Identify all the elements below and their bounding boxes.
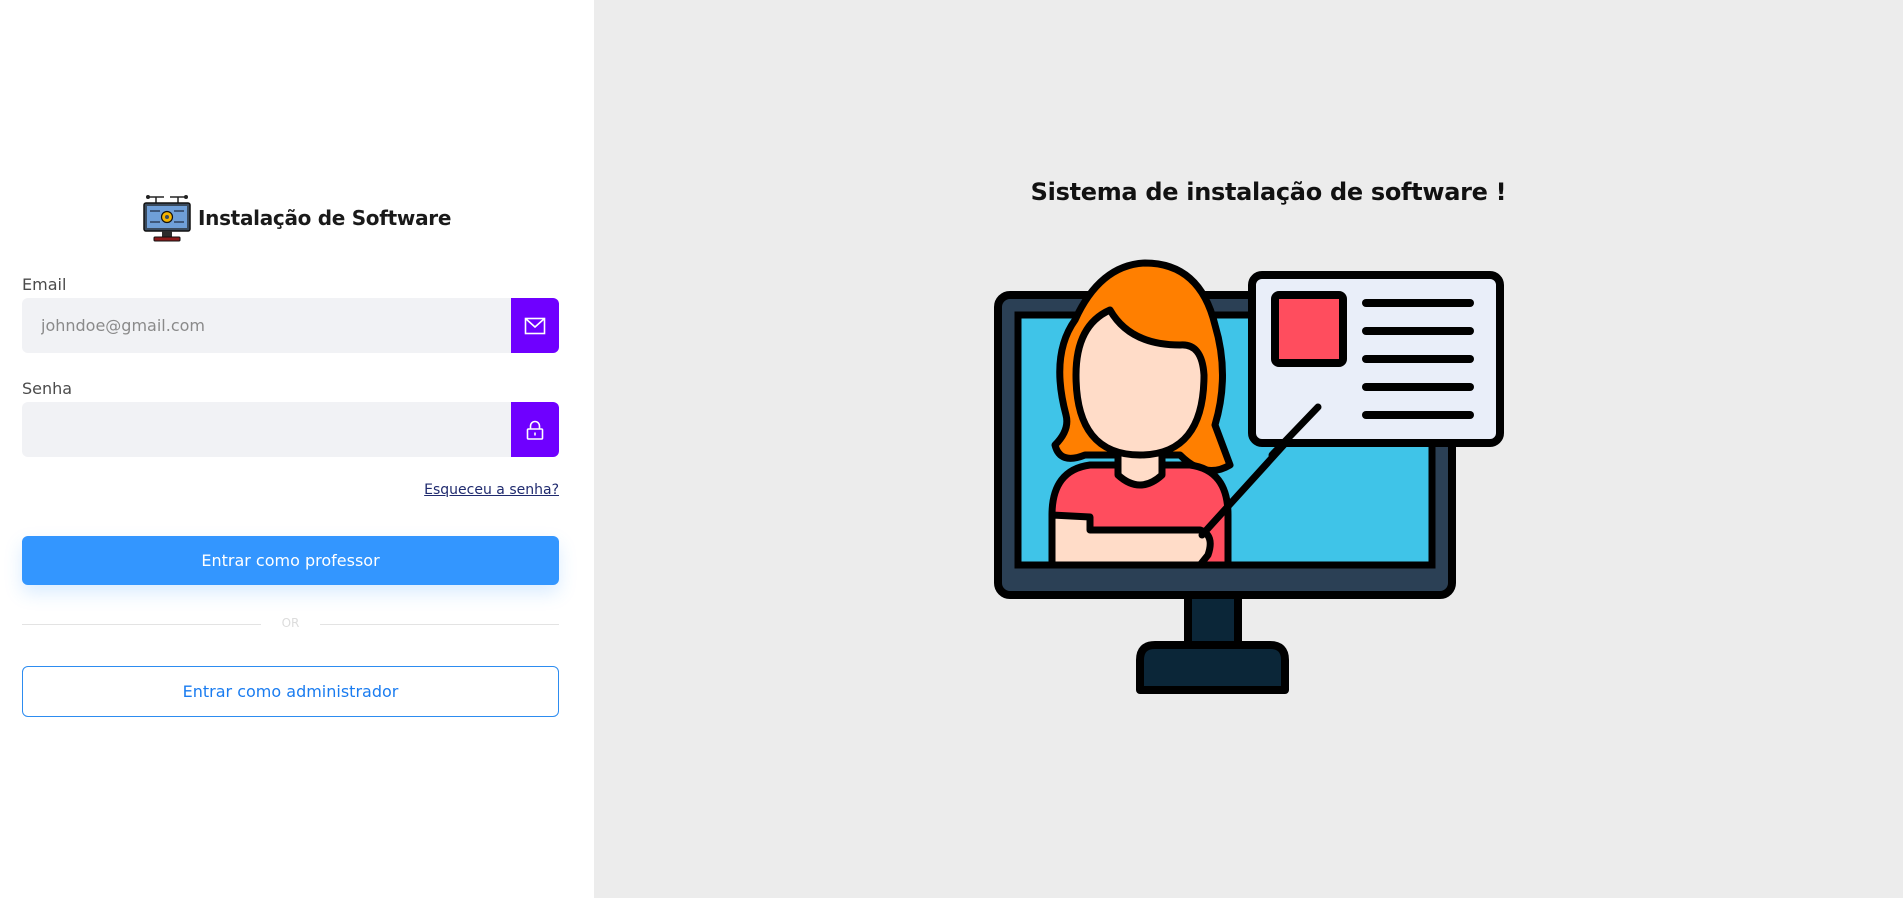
hero-panel: Sistema de instalação de software ! <box>594 0 1903 898</box>
password-label: Senha <box>22 379 73 398</box>
envelope-icon <box>524 317 546 334</box>
forgot-password-link[interactable]: Esqueceu a senha? <box>424 482 559 498</box>
password-input[interactable] <box>22 402 511 457</box>
teacher-presentation-monitor-icon <box>994 259 1504 694</box>
brand-header: Instalação de Software <box>142 192 451 244</box>
hero-title: Sistema de instalação de software ! <box>1030 178 1507 206</box>
email-label: Email <box>22 275 67 294</box>
password-field-group <box>22 402 559 457</box>
lock-icon <box>526 420 544 440</box>
circuit-monitor-icon <box>143 195 191 242</box>
email-addon[interactable] <box>511 298 559 353</box>
login-panel: Instalação de Software Email Senha Esque… <box>0 0 594 898</box>
email-input[interactable] <box>22 298 511 353</box>
admin-login-button[interactable]: Entrar como administrador <box>22 666 559 717</box>
divider-line-right <box>320 624 559 625</box>
app-title: Instalação de Software <box>198 206 452 230</box>
password-addon[interactable] <box>511 402 559 457</box>
divider-text: OR <box>281 616 300 630</box>
or-divider: OR <box>22 615 559 635</box>
teacher-login-button[interactable]: Entrar como professor <box>22 536 559 585</box>
email-field-group <box>22 298 559 353</box>
